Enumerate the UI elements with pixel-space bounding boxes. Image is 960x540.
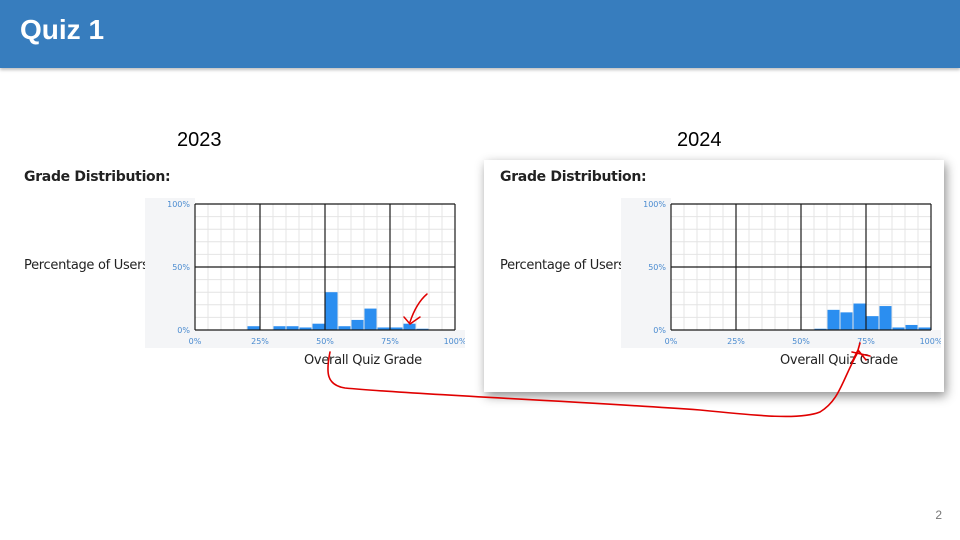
- histogram-bar: [840, 312, 853, 330]
- x-tick-label: 75%: [857, 337, 875, 346]
- y-tick-label: 100%: [167, 200, 190, 209]
- histogram-bar: [364, 308, 377, 330]
- histogram-bar: [403, 323, 416, 330]
- title-bar: Quiz 1: [0, 0, 960, 68]
- y-tick-label: 0%: [177, 326, 190, 335]
- histogram-bar: [312, 323, 325, 330]
- y-tick-label: 50%: [648, 263, 666, 272]
- x-tick-label: 50%: [792, 337, 810, 346]
- y-tick-label: 50%: [172, 263, 190, 272]
- x-axis-label: Overall Quiz Grade: [304, 353, 422, 368]
- y-tick-label: 0%: [653, 326, 666, 335]
- histogram-bar: [325, 292, 338, 330]
- histogram-bar: [351, 319, 364, 330]
- y-axis-label: Percentage of Users: [500, 258, 625, 273]
- year-label-2023: 2023: [177, 129, 222, 151]
- grade-distribution-heading: Grade Distribution:: [500, 169, 647, 185]
- histogram-bar: [905, 324, 918, 330]
- histogram-bar: [827, 309, 840, 330]
- x-tick-label: 75%: [381, 337, 399, 346]
- grade-distribution-panel-2024: Grade Distribution: Percentage of Users …: [484, 160, 944, 392]
- year-label-2024: 2024: [677, 129, 722, 151]
- histogram-bar: [879, 306, 892, 330]
- x-tick-label: 0%: [665, 337, 678, 346]
- x-axis-label: Overall Quiz Grade: [780, 353, 898, 368]
- page-number: 2: [935, 508, 942, 522]
- slide-title: Quiz 1: [20, 14, 105, 45]
- y-tick-label: 100%: [643, 200, 666, 209]
- grade-distribution-panel-2023: Grade Distribution: Percentage of Users …: [8, 160, 465, 382]
- x-tick-label: 25%: [251, 337, 269, 346]
- x-tick-label: 25%: [727, 337, 745, 346]
- x-tick-label: 50%: [316, 337, 334, 346]
- histogram-bar: [853, 303, 866, 330]
- x-tick-label: 100%: [444, 337, 465, 346]
- histogram-2023: 0% 50% 100% 0% 25% 50% 75% 100%: [145, 198, 465, 348]
- histogram-bar: [866, 316, 879, 330]
- x-tick-label: 0%: [189, 337, 202, 346]
- y-axis-label: Percentage of Users: [24, 258, 149, 273]
- histogram-2024: 0% 50% 100% 0% 25% 50% 75% 100%: [621, 198, 941, 348]
- grade-distribution-heading: Grade Distribution:: [24, 169, 171, 185]
- x-tick-label: 100%: [920, 337, 941, 346]
